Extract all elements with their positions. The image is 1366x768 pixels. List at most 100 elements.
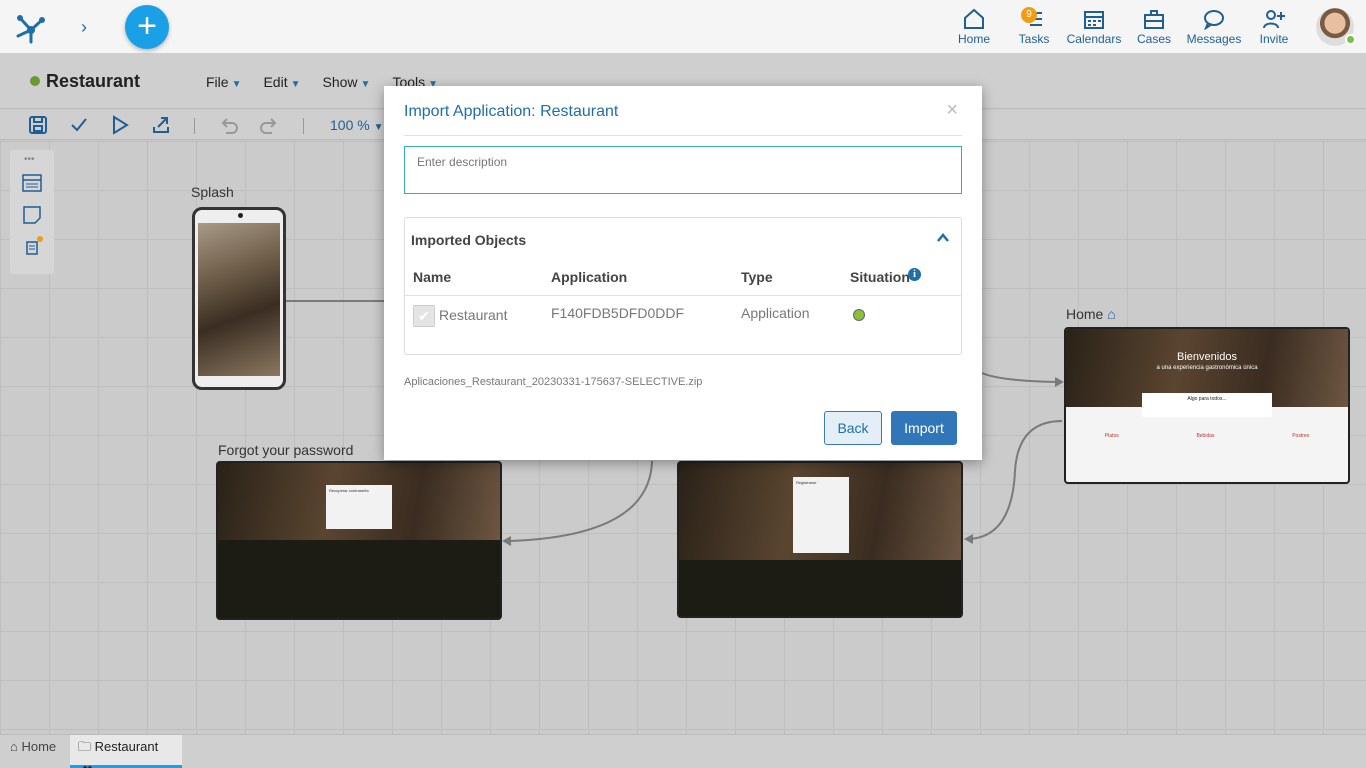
close-icon[interactable]: × <box>946 99 958 122</box>
chevron-down-icon: ▼ <box>373 122 384 133</box>
chevron-down-icon: ▼ <box>231 79 242 90</box>
home-icon: ⌂ <box>1107 306 1116 322</box>
online-status-dot <box>1345 34 1356 45</box>
toolbar-divider <box>303 118 304 134</box>
chevron-down-icon: ▼ <box>360 79 371 90</box>
redo-icon[interactable] <box>259 115 279 135</box>
invite-user-icon <box>1263 10 1285 29</box>
node-label-forgot-password: Forgot your password <box>218 442 354 458</box>
tab-home[interactable]: ⌂ Home <box>2 735 64 768</box>
home-hero-title: Bienvenidos <box>1177 351 1237 363</box>
node-label-home: Home ⌂ <box>1066 306 1116 322</box>
register-card: Registrarse <box>793 477 849 553</box>
menu-file-label: File <box>206 74 229 90</box>
page-footer <box>218 540 500 618</box>
zoom-value: 100 % <box>330 117 370 133</box>
expand-chevron-icon[interactable]: › <box>74 14 94 40</box>
import-button[interactable]: Import <box>891 411 957 445</box>
column-header-type[interactable]: Type <box>741 269 773 285</box>
menu-show[interactable]: Show ▼ <box>323 74 371 90</box>
nav-home[interactable]: Home <box>944 8 1004 46</box>
nav-messages-label: Messages <box>1186 32 1242 46</box>
tab-restaurant-label: Restaurant <box>94 739 159 754</box>
chevron-up-icon[interactable] <box>935 230 951 246</box>
message-icon <box>1204 10 1224 30</box>
add-button[interactable]: + <box>125 5 169 49</box>
node-label-splash: Splash <box>191 184 234 200</box>
menu-edit[interactable]: Edit ▼ <box>263 74 300 90</box>
home-card: Algo para todos... <box>1142 393 1272 417</box>
back-button[interactable]: Back <box>824 411 882 445</box>
row-type: Application <box>741 305 810 321</box>
app-logo-icon[interactable] <box>12 8 50 46</box>
imported-objects-panel: Imported Objects Name Application Type S… <box>404 217 962 355</box>
dialog-title: Import Application: Restaurant <box>404 103 619 120</box>
nav-cases[interactable]: Cases <box>1124 8 1184 46</box>
column-header-application[interactable]: Application <box>551 269 627 285</box>
nav-invite-label: Invite <box>1259 32 1289 46</box>
info-icon[interactable]: i <box>908 268 921 281</box>
forgot-password-node[interactable]: Recuperar contraseña <box>216 461 502 620</box>
chevron-down-icon: ▼ <box>290 79 301 90</box>
register-node[interactable]: Registrarse <box>677 461 963 618</box>
nav-home-label: Home <box>957 32 990 46</box>
bottom-tab-bar: ⌂ Home 🗀 Restaurant ✖ <box>0 734 1366 768</box>
column-header-name[interactable]: Name <box>413 269 451 285</box>
home-hero-subtitle: a una experiencia gastronómica única <box>1156 365 1258 371</box>
top-nav: Home 9 Tasks Calendars Cases Messages In… <box>944 7 1304 46</box>
panel-title: Imported Objects <box>411 232 527 248</box>
forgot-card: Recuperar contraseña <box>326 485 392 529</box>
splash-preview-image <box>198 223 280 376</box>
nav-invite[interactable]: Invite <box>1244 8 1304 46</box>
nav-tasks-label: Tasks <box>1018 32 1050 46</box>
tasks-badge: 9 <box>1021 7 1037 23</box>
forgot-card-title: Recuperar contraseña <box>329 488 369 493</box>
app-title: Restaurant <box>46 71 141 91</box>
menu-show-label: Show <box>322 74 358 90</box>
nav-tasks[interactable]: 9 Tasks <box>1004 7 1064 46</box>
nav-cases-label: Cases <box>1136 32 1171 46</box>
feature-platos: Platos <box>1104 433 1119 439</box>
calendar-icon <box>1084 11 1104 29</box>
row-checkbox[interactable]: ✔ <box>413 305 435 327</box>
top-bar: › + Home 9 Tasks Calendars Cases Message… <box>0 0 1366 54</box>
register-card-title: Registrarse <box>796 480 817 485</box>
home-icon: ⌂ <box>10 739 18 754</box>
zoom-select[interactable]: 100 % ▼ <box>330 117 384 133</box>
save-icon[interactable] <box>28 115 48 135</box>
undo-icon[interactable] <box>219 115 239 135</box>
description-input[interactable] <box>404 146 962 194</box>
column-header-situation[interactable]: Situation <box>850 269 910 285</box>
nav-messages[interactable]: Messages <box>1184 8 1244 46</box>
feature-postres: Postres <box>1292 433 1310 439</box>
tab-home-label: Home <box>21 739 57 754</box>
home-features: Platos Bebidas Postres <box>1066 433 1348 439</box>
row-name: Restaurant <box>439 307 508 323</box>
dialog-divider <box>404 135 962 136</box>
app-status-dot <box>30 76 40 86</box>
play-icon[interactable] <box>110 115 130 135</box>
menu-edit-label: Edit <box>263 74 288 90</box>
export-icon[interactable] <box>151 115 171 135</box>
folder-icon: 🗀 <box>78 739 92 754</box>
phone-camera <box>238 213 243 218</box>
feature-bebidas: Bebidas <box>1196 433 1215 439</box>
toolbar-divider <box>194 118 195 134</box>
import-application-dialog: Import Application: Restaurant × Importe… <box>384 86 982 460</box>
check-icon[interactable] <box>69 115 89 135</box>
briefcase-icon <box>1144 10 1164 29</box>
tab-restaurant[interactable]: 🗀 Restaurant ✖ <box>70 735 182 768</box>
home-card-title: Algo para todos... <box>1187 396 1227 402</box>
nav-calendars[interactable]: Calendars <box>1064 8 1124 46</box>
page-footer <box>679 560 961 616</box>
import-filename: Aplicaciones_Restaurant_20230331-175637-… <box>404 376 703 388</box>
nav-calendars-label: Calendars <box>1066 32 1122 46</box>
home-node[interactable]: Bienvenidos a una experiencia gastronómi… <box>1064 327 1350 484</box>
splash-screen-node[interactable] <box>192 207 286 390</box>
close-tab-icon[interactable]: ✖ <box>82 763 93 768</box>
node-label-home-text: Home <box>1066 306 1104 322</box>
situation-status-dot <box>853 309 865 321</box>
row-application: F140FDB5DFD0DDF <box>551 305 685 321</box>
home-icon <box>964 8 984 29</box>
menu-file[interactable]: File ▼ <box>206 74 241 90</box>
